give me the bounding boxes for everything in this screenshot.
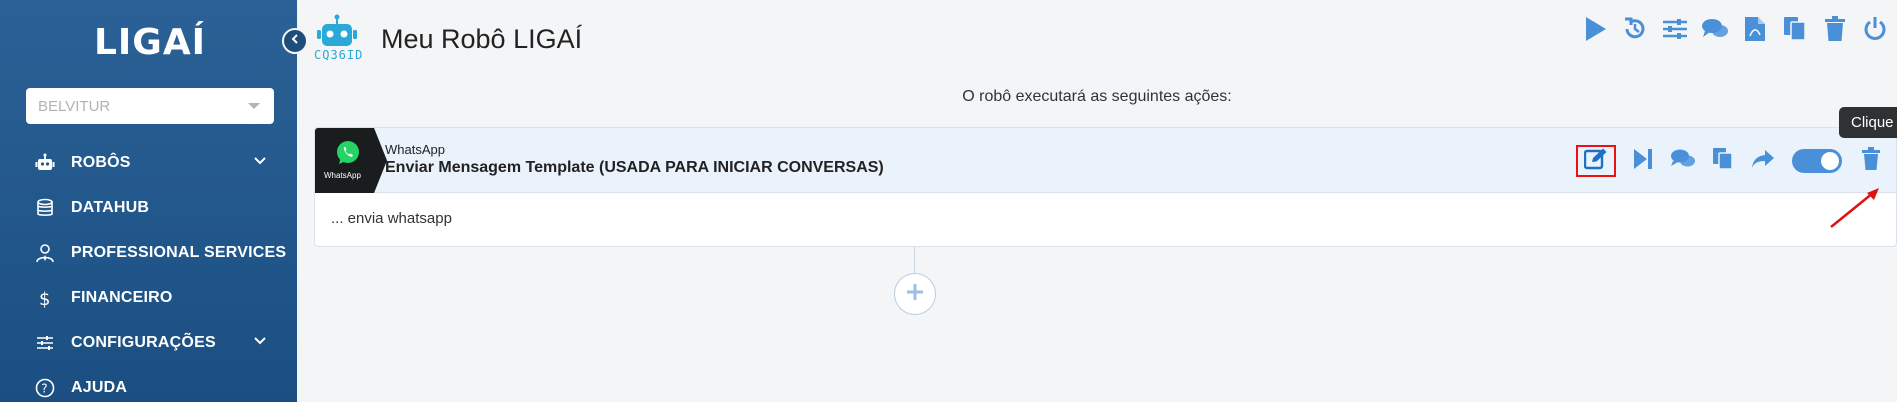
red-arrow-annotation (1827, 185, 1887, 236)
delete-action-button[interactable] (1858, 146, 1884, 176)
toggle-switch (1792, 149, 1842, 173)
whatsapp-badge: WhatsApp (315, 128, 387, 193)
chevron-down-icon (253, 334, 267, 353)
settings-button[interactable] (1661, 14, 1689, 48)
copy-icon (1783, 16, 1807, 47)
history-icon (1622, 16, 1648, 47)
sidebar-item-label: ROBÔS (71, 153, 131, 171)
action-name: Enviar Mensagem Template (USADA PARA INI… (385, 159, 884, 176)
sidebar: LIGAÍ BELVITUR ROBÔS DATAHUB PROFESSIONA… (0, 0, 297, 402)
copy-icon (1712, 147, 1734, 176)
action-enable-toggle[interactable] (1790, 147, 1844, 175)
bot-code: CQ36ID (314, 48, 364, 62)
plus-icon (905, 282, 925, 307)
step-forward-icon (1633, 148, 1653, 175)
copy-button[interactable] (1781, 14, 1809, 48)
sidebar-item-label: CONFIGURAÇÕES (71, 333, 216, 351)
delete-robot-button[interactable] (1821, 14, 1849, 48)
sidebar-item-professional-services[interactable]: PROFESSIONAL SERVICES (0, 230, 297, 275)
sidebar-item-label: AJUDA (71, 378, 128, 396)
edit-icon (1583, 148, 1608, 175)
svg-text:?: ? (41, 381, 47, 395)
power-icon (1863, 16, 1887, 47)
action-type: WhatsApp (385, 142, 445, 157)
company-select-value: BELVITUR (38, 98, 111, 115)
sidebar-item-robos[interactable]: ROBÔS (0, 140, 297, 185)
play-button[interactable] (1581, 14, 1609, 48)
sidebar-item-configuracoes[interactable]: CONFIGURAÇÕES (0, 320, 297, 365)
sidebar-menu: ROBÔS DATAHUB PROFESSIONAL SERVICES $ FI… (0, 140, 297, 402)
header-actions (1581, 14, 1889, 48)
company-select[interactable]: BELVITUR (26, 88, 274, 124)
play-icon (1583, 16, 1607, 47)
chevron-left-icon (289, 32, 301, 50)
trash-icon (1824, 15, 1846, 47)
comments-icon (1670, 148, 1696, 175)
help-circle-icon: ? (34, 377, 56, 399)
comments-icon (1701, 17, 1729, 46)
flow-connector (914, 247, 915, 273)
pdf-icon (1744, 16, 1766, 47)
edit-tooltip: Clique para editar (1839, 107, 1897, 138)
whatsapp-icon (333, 138, 363, 173)
logo-text: LIGAÍ (93, 21, 207, 63)
comments-button[interactable] (1701, 14, 1729, 48)
svg-text:$: $ (39, 289, 50, 308)
trash-icon (1861, 146, 1881, 176)
sidebar-item-datahub[interactable]: DATAHUB (0, 185, 297, 230)
user-tie-icon (34, 242, 56, 264)
robot-icon (34, 152, 56, 174)
actions-subtitle: O robô executará as seguintes ações: (962, 88, 1232, 105)
action-card-header: WhatsApp WhatsApp Enviar Mensagem Templa… (315, 128, 1896, 193)
edit-action-button[interactable] (1576, 145, 1616, 177)
database-icon (34, 197, 56, 219)
sliders-icon (34, 332, 56, 354)
whatsapp-badge-label: WhatsApp (324, 171, 361, 180)
skip-step-button[interactable] (1630, 147, 1656, 175)
sidebar-item-financeiro[interactable]: $ FINANCEIRO (0, 275, 297, 320)
pdf-button[interactable] (1741, 14, 1769, 48)
action-comments-button[interactable] (1670, 147, 1696, 175)
sidebar-item-ajuda[interactable]: ? AJUDA (0, 365, 297, 402)
add-action-button[interactable] (894, 273, 936, 315)
action-card[interactable]: WhatsApp WhatsApp Enviar Mensagem Templa… (314, 127, 1897, 247)
history-button[interactable] (1621, 14, 1649, 48)
share-action-button[interactable] (1750, 147, 1776, 175)
duplicate-action-button[interactable] (1710, 147, 1736, 175)
sidebar-item-label: DATAHUB (71, 198, 150, 216)
ligai-logo[interactable]: LIGAÍ (94, 22, 205, 63)
sidebar-item-label: PROFESSIONAL SERVICES (71, 243, 287, 261)
dollar-icon: $ (34, 287, 56, 309)
page-title: Meu Robô LIGAÍ (381, 24, 583, 54)
chevron-down-icon (253, 154, 267, 173)
action-card-actions (1576, 145, 1884, 177)
sidebar-item-label: FINANCEIRO (71, 288, 173, 306)
action-description: ... envia whatsapp (331, 210, 452, 227)
sliders-icon (1662, 17, 1688, 46)
caret-down-icon (248, 103, 260, 109)
sidebar-collapse-button[interactable] (282, 28, 308, 54)
main-content: CQ36ID Meu Robô LIGAÍ O robô executará a… (297, 0, 1897, 402)
share-icon (1751, 149, 1775, 174)
power-button[interactable] (1861, 14, 1889, 48)
